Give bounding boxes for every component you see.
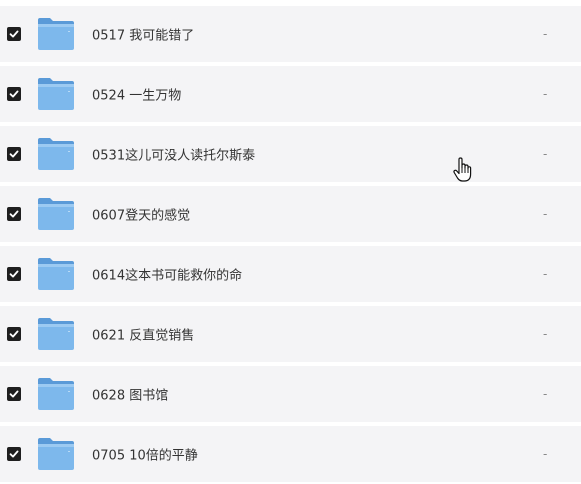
file-name[interactable]: 0628 图书馆 — [92, 385, 168, 404]
file-size: - — [543, 327, 548, 341]
file-size: - — [543, 147, 548, 161]
checkbox-checked-icon[interactable] — [7, 27, 21, 41]
file-name[interactable]: 0607登天的感觉 — [92, 205, 190, 224]
checkbox-checked-icon[interactable] — [7, 147, 21, 161]
file-size: - — [543, 267, 548, 281]
file-size: - — [543, 447, 548, 461]
file-size: - — [543, 207, 548, 221]
file-name[interactable]: 0621 反直觉销售 — [92, 325, 194, 344]
checkbox-checked-icon[interactable] — [7, 267, 21, 281]
file-name[interactable]: 0614这本书可能救你的命 — [92, 265, 242, 284]
file-name[interactable]: 0705 10倍的平静 — [92, 445, 198, 464]
folder-icon — [37, 197, 75, 231]
file-row[interactable]: 0621 反直觉销售 - — [0, 306, 581, 362]
file-row[interactable]: 0705 10倍的平静 - — [0, 426, 581, 482]
file-list: 0517 我可能错了 - 0524 一生万物 - 0531这儿可没人读托尔斯泰 … — [0, 0, 581, 484]
file-name[interactable]: 0524 一生万物 — [92, 85, 181, 104]
folder-icon — [37, 437, 75, 471]
hand-pointer-cursor-icon — [452, 157, 474, 183]
file-row[interactable]: 0524 一生万物 - — [0, 66, 581, 122]
checkbox-checked-icon[interactable] — [7, 387, 21, 401]
folder-icon — [37, 257, 75, 291]
checkbox-checked-icon[interactable] — [7, 327, 21, 341]
file-name[interactable]: 0517 我可能错了 — [92, 25, 194, 44]
file-size: - — [543, 27, 548, 41]
file-row[interactable]: 0607登天的感觉 - — [0, 186, 581, 242]
folder-icon — [37, 77, 75, 111]
file-row[interactable]: 0614这本书可能救你的命 - — [0, 246, 581, 302]
folder-icon — [37, 137, 75, 171]
file-row[interactable]: 0628 图书馆 - — [0, 366, 581, 422]
file-name[interactable]: 0531这儿可没人读托尔斯泰 — [92, 145, 255, 164]
file-size: - — [543, 387, 548, 401]
checkbox-checked-icon[interactable] — [7, 447, 21, 461]
file-size: - — [543, 87, 548, 101]
folder-icon — [37, 17, 75, 51]
file-row[interactable]: 0531这儿可没人读托尔斯泰 - — [0, 126, 581, 182]
checkbox-checked-icon[interactable] — [7, 87, 21, 101]
folder-icon — [37, 377, 75, 411]
checkbox-checked-icon[interactable] — [7, 207, 21, 221]
file-row[interactable]: 0517 我可能错了 - — [0, 6, 581, 62]
folder-icon — [37, 317, 75, 351]
